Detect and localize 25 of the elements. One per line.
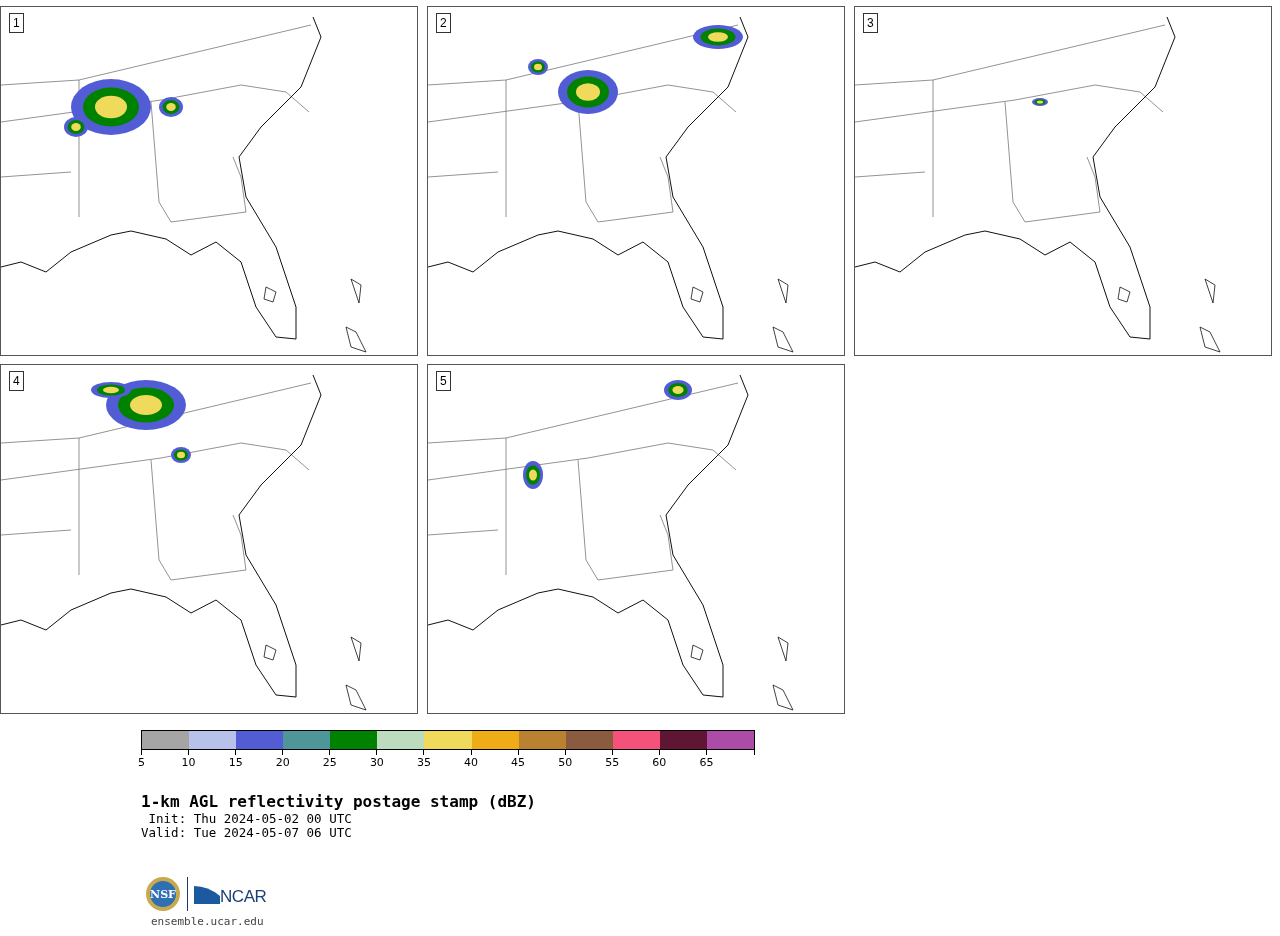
panel-number: 2 <box>436 13 451 33</box>
tick-label: 5 <box>138 756 145 769</box>
valid-time: Valid: Tue 2024-05-07 06 UTC <box>141 826 353 840</box>
tick-label: 40 <box>464 756 479 769</box>
tick-label: 60 <box>652 756 667 769</box>
tick-label: 15 <box>228 756 243 769</box>
panel-number: 4 <box>9 371 24 391</box>
tick-label: 25 <box>322 756 337 769</box>
site-url: ensemble.ucar.edu <box>150 914 265 930</box>
panel-number: 3 <box>863 13 878 33</box>
panel-number: 5 <box>436 371 451 391</box>
chart-title: 1-km AGL reflectivity postage stamp (dBZ) <box>141 792 537 812</box>
init-time: Init: Thu 2024-05-02 00 UTC <box>147 812 353 826</box>
tick-label: 65 <box>699 756 714 769</box>
tick-label: 50 <box>558 756 573 769</box>
seal-logo: NSF <box>145 876 181 912</box>
tick-label: 55 <box>605 756 620 769</box>
tick-label: 20 <box>275 756 290 769</box>
tick-label: 35 <box>416 756 431 769</box>
swoosh-icon <box>194 884 220 904</box>
tick-label: 30 <box>369 756 384 769</box>
tick-label: 45 <box>511 756 526 769</box>
panel-number: 1 <box>9 13 24 33</box>
tick-label: 10 <box>181 756 196 769</box>
ncar-logo: NCAR <box>220 886 267 909</box>
